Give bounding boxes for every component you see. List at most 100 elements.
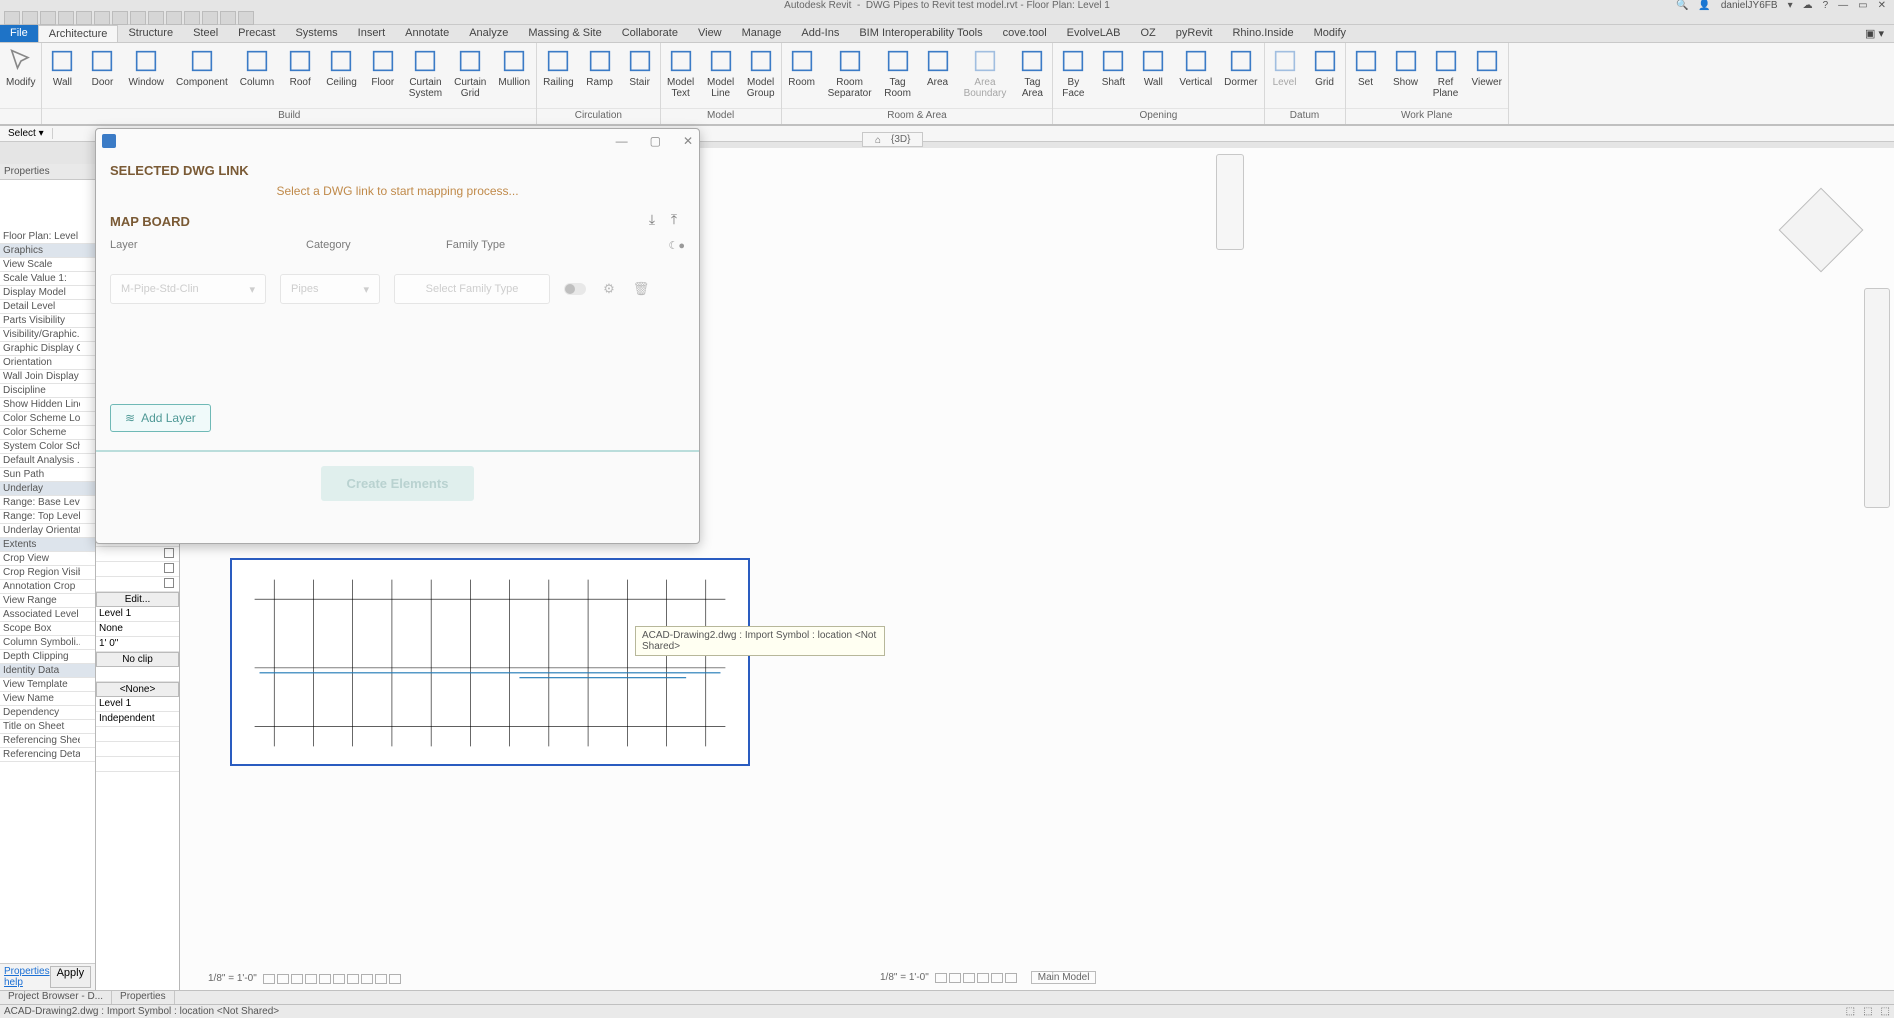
- prop-row[interactable]: System Color Sch...: [0, 440, 95, 454]
- category-dropdown[interactable]: Pipes▾: [280, 274, 380, 304]
- tab-evolvelab[interactable]: EvolveLAB: [1057, 25, 1131, 42]
- prop-row[interactable]: Range: Top Level: [0, 510, 95, 524]
- trash-icon[interactable]: 🗑: [632, 281, 650, 297]
- tab-project-browser[interactable]: Project Browser - D...: [0, 991, 112, 1004]
- wall-button[interactable]: Wall: [1133, 43, 1173, 108]
- dialog-titlebar[interactable]: — ▢ ✕: [96, 129, 699, 153]
- vc-icon[interactable]: [963, 973, 975, 983]
- prop-row[interactable]: Referencing Detail: [0, 748, 95, 762]
- prop-row[interactable]: Wall Join Display: [0, 370, 95, 384]
- vc-icon[interactable]: [319, 974, 331, 984]
- select-dropdown[interactable]: Select ▾: [0, 128, 53, 139]
- by-face-button[interactable]: ByFace: [1053, 43, 1093, 108]
- tab-covetool[interactable]: cove.tool: [993, 25, 1057, 42]
- window-button[interactable]: Window: [122, 43, 170, 108]
- window-restore[interactable]: ▭: [1858, 0, 1867, 11]
- qat-btn[interactable]: [112, 11, 128, 25]
- vertical-button[interactable]: Vertical: [1173, 43, 1218, 108]
- prop-row[interactable]: Referencing Sheet: [0, 734, 95, 748]
- qat-btn[interactable]: [148, 11, 164, 25]
- tab-massing[interactable]: Massing & Site: [518, 25, 611, 42]
- area-button[interactable]: Area: [918, 43, 958, 108]
- vc-icon[interactable]: [277, 974, 289, 984]
- mullion-button[interactable]: Mullion: [492, 43, 536, 108]
- room-button[interactable]: Room: [782, 43, 822, 108]
- prop-value[interactable]: [96, 742, 179, 757]
- user-icon[interactable]: 👤: [1698, 0, 1710, 11]
- tab-file[interactable]: File: [0, 25, 38, 42]
- tab-view[interactable]: View: [688, 25, 732, 42]
- prop-value[interactable]: No clip: [96, 652, 179, 667]
- prop-value[interactable]: Edit...: [96, 592, 179, 607]
- tab-systems[interactable]: Systems: [285, 25, 347, 42]
- vc-icon[interactable]: [949, 973, 961, 983]
- prop-row[interactable]: Annotation Crop: [0, 580, 95, 594]
- floor-button[interactable]: Floor: [363, 43, 403, 108]
- prop-row[interactable]: Display Model: [0, 286, 95, 300]
- roof-button[interactable]: Roof: [280, 43, 320, 108]
- prop-row[interactable]: Scale Value 1:: [0, 272, 95, 286]
- prop-value[interactable]: 1' 0": [96, 637, 179, 652]
- help-icon[interactable]: ?: [1823, 0, 1829, 11]
- upload-icon[interactable]: ⤒: [663, 211, 685, 228]
- component-button[interactable]: Component: [170, 43, 234, 108]
- prop-value[interactable]: [96, 547, 179, 562]
- prop-row[interactable]: Range: Base Level: [0, 496, 95, 510]
- tab-addins[interactable]: Add-Ins: [791, 25, 849, 42]
- prop-row[interactable]: Title on Sheet: [0, 720, 95, 734]
- type-selector[interactable]: Floor Plan: Level 1: [0, 230, 95, 244]
- prop-row[interactable]: Underlay Orientat...: [0, 524, 95, 538]
- prop-value[interactable]: [96, 727, 179, 742]
- qat-redo[interactable]: [40, 11, 56, 25]
- tab-pyrevit[interactable]: pyRevit: [1166, 25, 1223, 42]
- vc-icon[interactable]: [305, 974, 317, 984]
- user-dropdown[interactable]: ▾: [1788, 0, 1793, 11]
- door-button[interactable]: Door: [82, 43, 122, 108]
- vc-icon[interactable]: [361, 974, 373, 984]
- status-icon[interactable]: ⬚: [1863, 1006, 1872, 1017]
- prop-row[interactable]: View Template: [0, 678, 95, 692]
- main-model-selector[interactable]: Main Model: [1031, 971, 1097, 984]
- vc-icon[interactable]: [977, 973, 989, 983]
- prop-row[interactable]: Color Scheme Lo...: [0, 412, 95, 426]
- prop-value[interactable]: Level 1: [96, 607, 179, 622]
- tab-steel[interactable]: Steel: [183, 25, 228, 42]
- dwg-link-preview[interactable]: [230, 558, 750, 766]
- prop-row[interactable]: Discipline: [0, 384, 95, 398]
- view-nav-right[interactable]: [1864, 288, 1890, 508]
- prop-row[interactable]: Detail Level: [0, 300, 95, 314]
- tab-insert[interactable]: Insert: [348, 25, 396, 42]
- prop-row[interactable]: Scope Box: [0, 622, 95, 636]
- dormer-button[interactable]: Dormer: [1218, 43, 1263, 108]
- prop-value[interactable]: Independent: [96, 712, 179, 727]
- prop-row[interactable]: Graphic Display O...: [0, 342, 95, 356]
- tag-room-button[interactable]: TagRoom: [878, 43, 918, 108]
- moon-icon[interactable]: ☾●: [642, 239, 685, 252]
- view-tab-3d[interactable]: ⌂ {3D}: [862, 132, 923, 147]
- dialog-minimize[interactable]: —: [616, 134, 628, 148]
- vc-icon[interactable]: [291, 974, 303, 984]
- navigation-bar[interactable]: [1216, 154, 1244, 250]
- tab-annotate[interactable]: Annotate: [395, 25, 459, 42]
- qat-save[interactable]: [4, 11, 20, 25]
- apply-button[interactable]: Apply: [50, 966, 92, 988]
- qat-undo[interactable]: [22, 11, 38, 25]
- window-close[interactable]: ✕: [1878, 0, 1886, 11]
- prop-row[interactable]: View Name: [0, 692, 95, 706]
- prop-row[interactable]: Orientation: [0, 356, 95, 370]
- vc-icon[interactable]: [389, 974, 401, 984]
- tab-collaborate[interactable]: Collaborate: [612, 25, 688, 42]
- area-boundary-button[interactable]: AreaBoundary: [958, 43, 1013, 108]
- wall-button[interactable]: Wall: [42, 43, 82, 108]
- prop-row[interactable]: View Range: [0, 594, 95, 608]
- viewer-button[interactable]: Viewer: [1466, 43, 1508, 108]
- railing-button[interactable]: Railing: [537, 43, 580, 108]
- model-line-button[interactable]: ModelLine: [701, 43, 741, 108]
- ceiling-button[interactable]: Ceiling: [320, 43, 363, 108]
- qat-dropdown[interactable]: [238, 11, 254, 25]
- qat-btn[interactable]: [94, 11, 110, 25]
- prop-row[interactable]: Crop View: [0, 552, 95, 566]
- create-elements-button[interactable]: Create Elements: [321, 466, 475, 501]
- qat-btn[interactable]: [202, 11, 218, 25]
- tab-rhino[interactable]: Rhino.Inside: [1222, 25, 1303, 42]
